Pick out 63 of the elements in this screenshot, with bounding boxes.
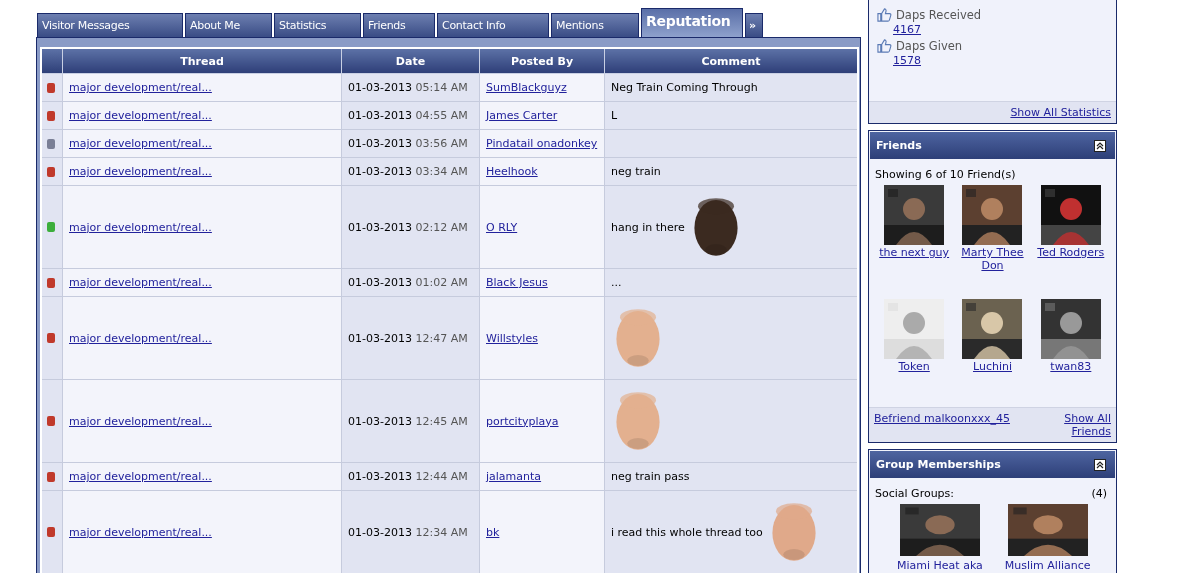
group-link[interactable]: Miami Heat aka xyxy=(897,559,983,572)
comment-text: hang in there xyxy=(611,220,685,234)
table-cell: 01-03-2013 12:44 AM xyxy=(348,470,468,483)
thumbs-up-icon xyxy=(877,38,892,53)
profile-tab[interactable]: Reputation xyxy=(641,8,743,37)
user-link[interactable]: jalamanta xyxy=(486,470,542,483)
table-cell: 01-03-2013 03:56 AM xyxy=(348,137,468,150)
group-link[interactable]: Muslim Alliance xyxy=(1004,559,1091,572)
collapse-icon[interactable] xyxy=(1094,139,1106,152)
friend-link[interactable]: twan83 xyxy=(1050,360,1092,373)
stat-link[interactable]: 1578 xyxy=(869,54,921,67)
profile-tab[interactable]: About Me xyxy=(185,13,272,37)
column-header: Date xyxy=(341,48,480,74)
table-cell: 01-03-2013 12:34 AM xyxy=(348,525,468,539)
table-cell: 01-03-2013 05:14 AM xyxy=(348,81,468,94)
profile-tab[interactable]: Mentions xyxy=(551,13,639,37)
user-link[interactable]: O RLY xyxy=(486,220,518,234)
column-header: Comment xyxy=(604,48,858,74)
profile-tab[interactable]: Visitor Messages xyxy=(37,13,183,37)
stat-label: Daps Received xyxy=(896,7,982,22)
thread-link[interactable]: major development/real... xyxy=(69,220,212,234)
friend-link[interactable]: Token xyxy=(898,360,930,373)
show-all-friends-link[interactable]: Show All Friends xyxy=(1059,412,1111,438)
thread-link[interactable]: major development/real... xyxy=(69,525,212,539)
table-cell: 01-03-2013 02:12 AM xyxy=(348,220,468,234)
panel-title: Friends xyxy=(876,139,922,152)
groups-label: Social Groups: xyxy=(875,487,955,500)
table-cell: 01-03-2013 12:45 AM xyxy=(348,414,468,428)
column-header: Posted By xyxy=(479,48,605,74)
user-link[interactable]: portcityplaya xyxy=(486,414,559,428)
befriend-link[interactable]: Befriend malkoonxxx_45 xyxy=(874,412,1010,425)
column-header: Thread xyxy=(62,48,342,74)
friends-summary: Showing 6 of 10 Friend(s) xyxy=(875,168,1017,181)
show-all-statistics-link[interactable]: Show All Statistics xyxy=(1010,106,1111,119)
table-cell: 01-03-2013 04:55 AM xyxy=(348,109,468,122)
comment-text: Neg Train Coming Through xyxy=(611,81,758,94)
friend-link[interactable]: Ted Rodgers xyxy=(1037,246,1105,259)
profile-tab[interactable]: Statistics xyxy=(274,13,361,37)
friend-link[interactable]: Marty Thee Don xyxy=(953,246,1032,272)
panel-title: Group Memberships xyxy=(876,458,1001,471)
user-link[interactable]: Heelhook xyxy=(486,165,538,178)
comment-text: ... xyxy=(611,276,622,289)
user-link[interactable]: Willstyles xyxy=(486,331,538,345)
friend-link[interactable]: the next guy xyxy=(879,246,950,259)
user-link[interactable]: bk xyxy=(486,525,500,539)
comment-text: L xyxy=(611,109,618,122)
thread-link[interactable]: major development/real... xyxy=(69,331,212,345)
thumbs-up-icon xyxy=(877,7,892,22)
profile-tab[interactable]: Contact Info xyxy=(437,13,549,37)
groups-count: (4) xyxy=(1091,487,1107,500)
profile-tab[interactable]: » xyxy=(745,13,763,37)
profile-tab[interactable]: Friends xyxy=(363,13,435,37)
comment-text: i read this whole thread too xyxy=(611,525,763,539)
thread-link[interactable]: major development/real... xyxy=(69,414,212,428)
table-cell: 01-03-2013 03:34 AM xyxy=(348,165,468,178)
comment-text: neg train pass xyxy=(611,470,690,483)
table-cell: 01-03-2013 01:02 AM xyxy=(348,276,468,289)
stat-label: Daps Given xyxy=(896,38,963,53)
collapse-icon[interactable] xyxy=(1094,458,1106,471)
table-cell: 01-03-2013 12:47 AM xyxy=(348,331,468,345)
friend-link[interactable]: Luchini xyxy=(973,360,1012,373)
stat-link[interactable]: 4167 xyxy=(869,23,921,36)
comment-text: neg train xyxy=(611,165,661,178)
